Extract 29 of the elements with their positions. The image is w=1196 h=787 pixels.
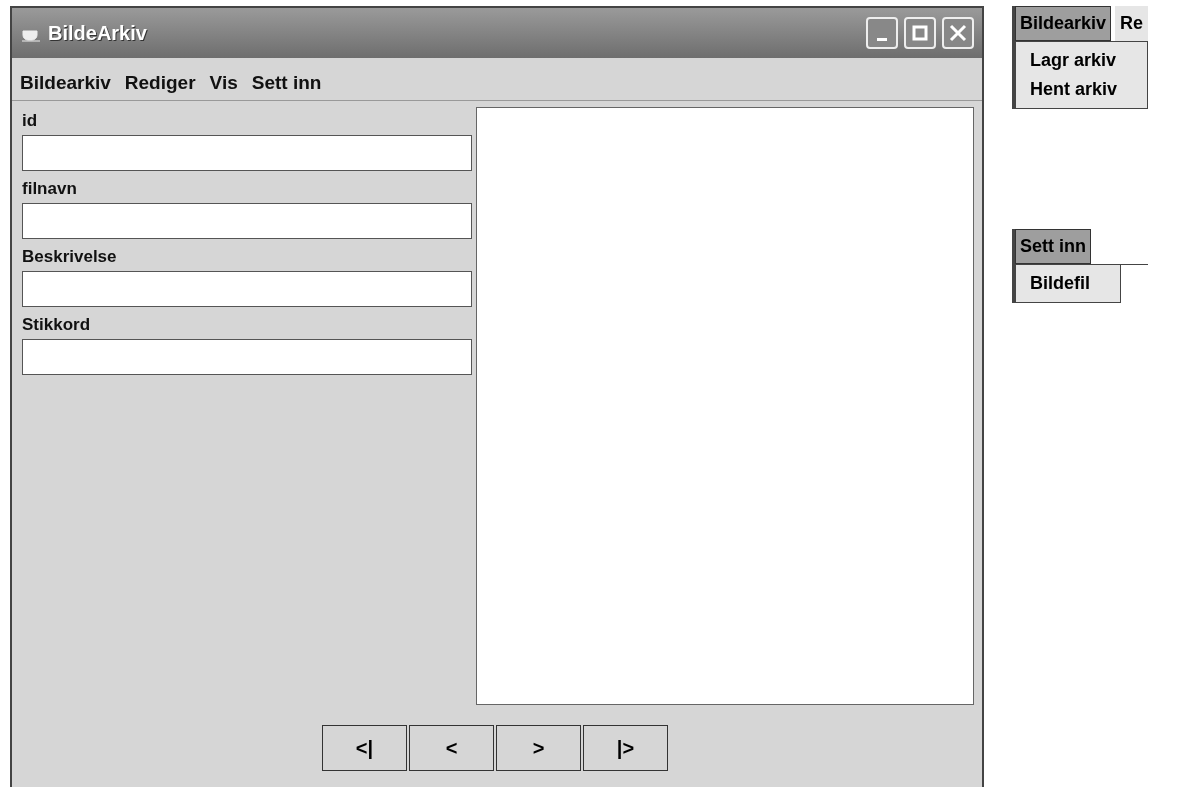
field-label: id: [22, 111, 39, 131]
menu-item[interactable]: Vis: [209, 72, 238, 94]
close-icon: [949, 24, 967, 42]
menu-item[interactable]: Bildearkiv: [1015, 6, 1112, 41]
field-label: Stikkord: [22, 315, 92, 335]
window-title: BildeArkiv: [48, 21, 148, 45]
menu-item[interactable]: Rediger: [124, 72, 196, 94]
menu-item[interactable]: Re: [1115, 6, 1149, 41]
navigation-button[interactable]: <|: [322, 725, 407, 771]
input-field[interactable]: [22, 135, 472, 171]
minimize-button[interactable]: [866, 17, 898, 49]
maximize-button[interactable]: [904, 17, 936, 49]
field-label: filnavn: [22, 179, 78, 199]
maximize-icon: [912, 25, 928, 41]
menu-item[interactable]: Sett inn: [1015, 229, 1091, 264]
menu-entry[interactable]: Lagr arkiv: [1030, 46, 1118, 75]
input-field[interactable]: [22, 271, 472, 307]
menu-item[interactable]: Bildearkiv: [20, 72, 111, 94]
close-button[interactable]: [942, 17, 974, 49]
menu-entry[interactable]: Bildefil: [1030, 269, 1090, 298]
minimize-icon: [877, 37, 887, 41]
menu-item[interactable]: Sett inn: [251, 72, 322, 94]
input-field[interactable]: [22, 339, 472, 375]
field-label: Beskrivelse: [22, 247, 118, 267]
navigation-button[interactable]: |>: [583, 725, 668, 771]
navigation-button[interactable]: <: [409, 725, 494, 771]
menu-entry[interactable]: Hent arkiv: [1030, 75, 1118, 104]
navigation-button[interactable]: >: [496, 725, 581, 771]
input-field[interactable]: [22, 203, 472, 239]
